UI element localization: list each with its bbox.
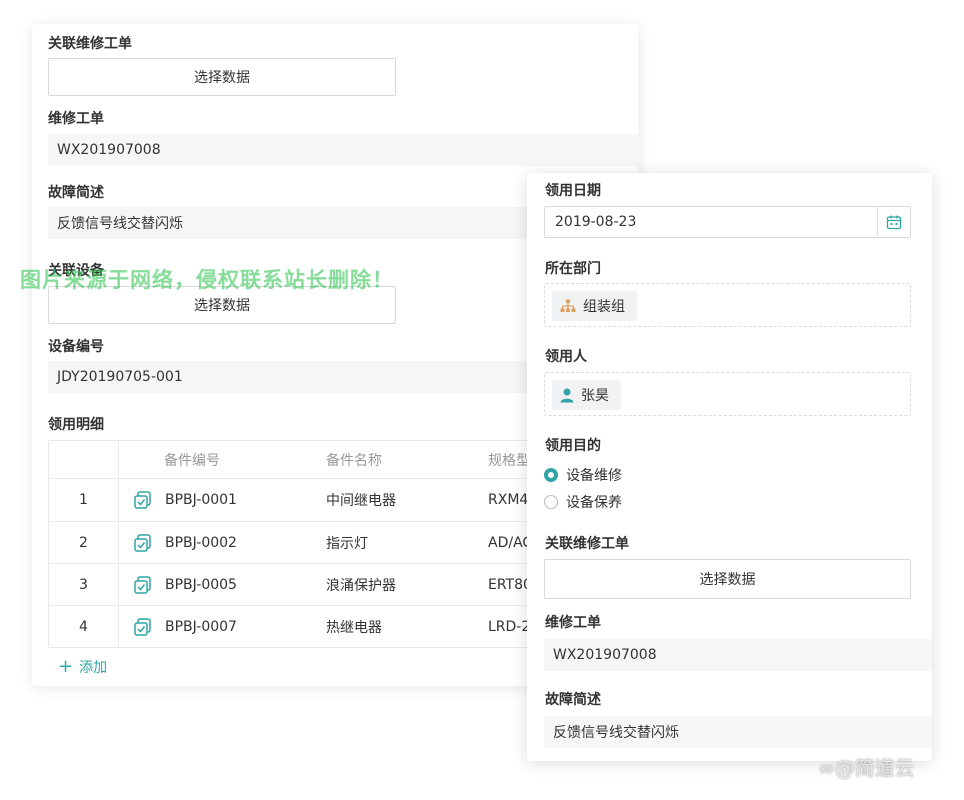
row-code-cell[interactable]: BPBJ-0001 xyxy=(133,479,237,521)
row-index: 4 xyxy=(49,606,119,648)
front-work-order-value: WX201907008 xyxy=(544,639,932,671)
part-icon xyxy=(134,618,151,636)
purpose-label: 领用目的 xyxy=(545,438,601,454)
part-icon xyxy=(134,491,151,509)
person-value: 张昊 xyxy=(581,388,609,404)
select-work-order-button[interactable]: 选择数据 xyxy=(48,58,396,96)
radio-repair-label: 设备维修 xyxy=(566,468,622,484)
name-header: 备件名称 xyxy=(326,452,382,469)
calendar-button[interactable] xyxy=(877,207,910,237)
front-select-work-order-button[interactable]: 选择数据 xyxy=(544,559,911,599)
front-form-card: 领用日期 2019-08-23 所在部门 组装组 领用人 张昊 领用目的 设备维… xyxy=(527,173,932,761)
brand-logo-icon: ∞ xyxy=(818,756,835,780)
detail-label: 领用明细 xyxy=(48,417,104,433)
row-code: BPBJ-0005 xyxy=(165,576,237,593)
radio-checked-icon[interactable] xyxy=(544,468,558,482)
front-related-work-order-label: 关联维修工单 xyxy=(545,536,629,552)
work-order-value: WX201907008 xyxy=(48,134,638,166)
fault-label: 故障简述 xyxy=(48,185,104,201)
date-label: 领用日期 xyxy=(545,183,601,199)
person-field[interactable]: 张昊 xyxy=(544,372,911,416)
row-code-cell[interactable]: BPBJ-0002 xyxy=(133,522,237,563)
app-stage: 关联维修工单 选择数据 维修工单 WX201907008 故障简述 反馈信号线交… xyxy=(0,0,964,800)
front-fault-value: 反馈信号线交替闪烁 xyxy=(544,716,932,748)
radio-maintenance-label: 设备保养 xyxy=(566,495,622,511)
row-code-cell[interactable]: BPBJ-0007 xyxy=(133,606,237,648)
dept-chip[interactable]: 组装组 xyxy=(552,291,637,321)
spec-header: 规格型 xyxy=(488,452,530,469)
user-icon xyxy=(560,388,574,402)
person-chip[interactable]: 张昊 xyxy=(552,380,621,410)
dept-value: 组装组 xyxy=(583,299,625,315)
row-name: 中间继电器 xyxy=(326,493,396,509)
dept-field[interactable]: 组装组 xyxy=(544,283,911,327)
related-work-order-label: 关联维修工单 xyxy=(48,36,132,52)
radio-repair[interactable]: 设备维修 xyxy=(544,465,622,485)
row-name: 热继电器 xyxy=(326,620,382,636)
front-fault-label: 故障简述 xyxy=(545,692,601,708)
radio-unchecked-icon[interactable] xyxy=(544,495,558,509)
brand-logo: ∞@简道云 xyxy=(818,752,915,781)
work-order-label: 维修工单 xyxy=(48,111,104,127)
code-header: 备件编号 xyxy=(164,452,220,469)
row-spec: LRD-2 xyxy=(488,619,531,635)
part-icon xyxy=(134,575,151,594)
row-name: 浪涌保护器 xyxy=(326,577,396,594)
add-row-button[interactable]: + 添加 xyxy=(58,657,107,677)
row-index: 1 xyxy=(49,479,119,521)
brand-name: @简道云 xyxy=(834,756,915,780)
device-no-label: 设备编号 xyxy=(48,339,104,355)
row-spec: AD/AC xyxy=(488,534,533,551)
part-icon xyxy=(134,533,151,552)
date-input[interactable]: 2019-08-23 xyxy=(544,206,911,238)
dept-label: 所在部门 xyxy=(545,261,601,277)
watermark-text: 图片来源于网络，侵权联系站长删除！ xyxy=(20,268,394,292)
row-index: 2 xyxy=(49,522,119,563)
row-spec: ERT80 xyxy=(488,576,532,593)
radio-maintenance[interactable]: 设备保养 xyxy=(544,492,622,512)
row-code: BPBJ-0007 xyxy=(165,619,237,635)
row-name: 指示灯 xyxy=(326,535,368,552)
row-index: 3 xyxy=(49,564,119,605)
add-row-label: 添加 xyxy=(79,660,108,676)
row-code-cell[interactable]: BPBJ-0005 xyxy=(133,564,237,605)
row-code: BPBJ-0001 xyxy=(165,492,237,508)
row-spec: RXM4 xyxy=(488,492,529,508)
index-header xyxy=(49,441,119,478)
org-icon xyxy=(560,299,576,312)
plus-icon: + xyxy=(58,656,74,677)
front-work-order-label: 维修工单 xyxy=(545,615,601,631)
row-code: BPBJ-0002 xyxy=(165,534,237,551)
date-value: 2019-08-23 xyxy=(555,214,637,230)
person-label: 领用人 xyxy=(545,349,587,365)
calendar-icon xyxy=(886,215,902,230)
